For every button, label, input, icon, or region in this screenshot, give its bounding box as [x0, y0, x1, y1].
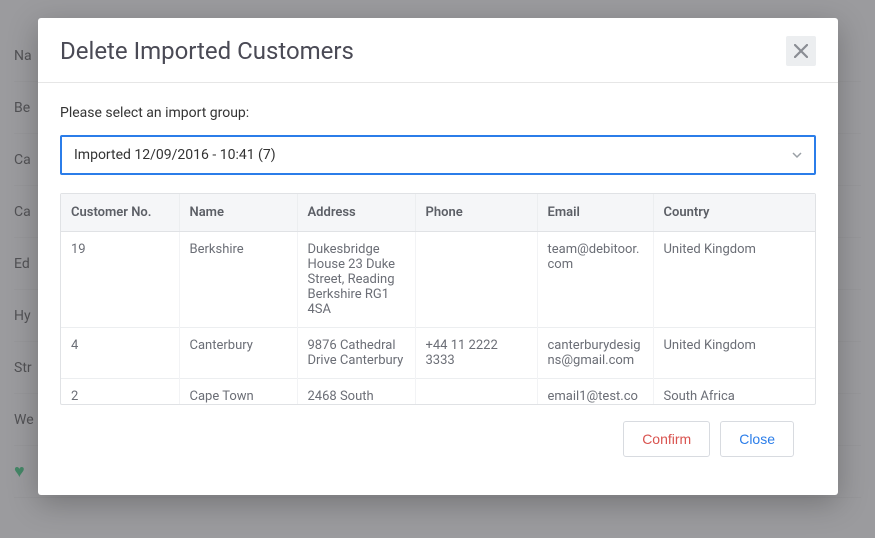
- select-value: Imported 12/09/2016 - 10:41 (7): [74, 147, 276, 163]
- cell-email: team@debitoor.com: [537, 232, 653, 328]
- table-header: Customer No. Name Address Phone Email Co…: [61, 194, 815, 232]
- cell-name: Berkshire: [179, 232, 297, 328]
- cell-address: 2468 South Africa Lane Cape Town: [297, 379, 415, 405]
- cell-address: Dukesbridge House 23 Duke Street, Readin…: [297, 232, 415, 328]
- modal-body: Please select an import group: Imported …: [38, 83, 838, 495]
- cell-country: United Kingdom: [653, 232, 815, 328]
- cell-customer-no: 2: [61, 379, 179, 405]
- table-row[interactable]: 2 Cape Town 2468 South Africa Lane Cape …: [61, 379, 815, 405]
- close-icon-button[interactable]: [786, 36, 816, 66]
- col-address[interactable]: Address: [297, 194, 415, 232]
- cell-name: Canterbury: [179, 328, 297, 379]
- customers-table: Customer No. Name Address Phone Email Co…: [60, 193, 816, 405]
- cell-email: canterburydesigns@gmail.com: [537, 328, 653, 379]
- cell-email: email1@test.com: [537, 379, 653, 405]
- confirm-button[interactable]: Confirm: [623, 421, 710, 457]
- cell-phone: [415, 379, 537, 405]
- modal-footer: Confirm Close: [60, 421, 816, 477]
- col-phone[interactable]: Phone: [415, 194, 537, 232]
- select-prompt: Please select an import group:: [60, 105, 816, 121]
- delete-imported-customers-modal: Delete Imported Customers Please select …: [38, 18, 838, 495]
- close-icon: [794, 44, 808, 58]
- cell-country: South Africa: [653, 379, 815, 405]
- cell-phone: +44 11 2222 3333: [415, 328, 537, 379]
- table-row[interactable]: 19 Berkshire Dukesbridge House 23 Duke S…: [61, 232, 815, 328]
- modal-title: Delete Imported Customers: [60, 37, 354, 65]
- col-email[interactable]: Email: [537, 194, 653, 232]
- cell-customer-no: 4: [61, 328, 179, 379]
- cell-phone: [415, 232, 537, 328]
- close-button[interactable]: Close: [720, 421, 794, 457]
- cell-customer-no: 19: [61, 232, 179, 328]
- table-body-scroll[interactable]: 19 Berkshire Dukesbridge House 23 Duke S…: [61, 232, 815, 404]
- import-group-select[interactable]: Imported 12/09/2016 - 10:41 (7): [60, 135, 816, 175]
- modal-header: Delete Imported Customers: [38, 18, 838, 83]
- cell-name: Cape Town: [179, 379, 297, 405]
- cell-address: 9876 Cathedral Drive Canterbury: [297, 328, 415, 379]
- col-country[interactable]: Country: [653, 194, 815, 232]
- cell-country: United Kingdom: [653, 328, 815, 379]
- col-name[interactable]: Name: [179, 194, 297, 232]
- chevron-down-icon: [792, 150, 802, 160]
- table-row[interactable]: 4 Canterbury 9876 Cathedral Drive Canter…: [61, 328, 815, 379]
- col-customer-no[interactable]: Customer No.: [61, 194, 179, 232]
